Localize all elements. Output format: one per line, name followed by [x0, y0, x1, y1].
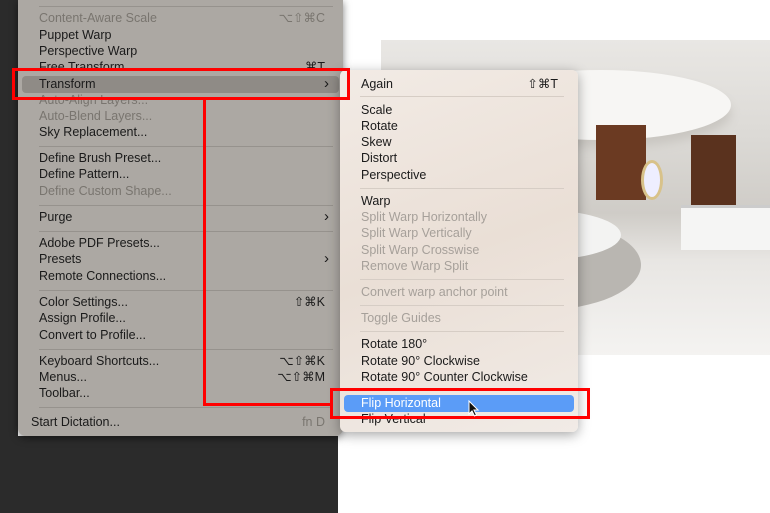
menu-separator [39, 290, 333, 291]
menu-item-rotate[interactable]: Rotate [340, 118, 578, 134]
app-background-bottom [0, 436, 338, 513]
menu-item-label: Split Warp Vertically [361, 226, 472, 240]
menu-item-label: Presets [39, 252, 82, 266]
menu-separator [360, 305, 564, 306]
menu-item-content-aware-scale: Content-Aware Scale ⌥⇧⌘C [18, 10, 343, 26]
menu-item-label: Distort [361, 151, 398, 165]
chevron-right-icon: › [324, 250, 329, 267]
menu-item-label: Assign Profile... [39, 311, 126, 325]
menu-item-define-custom-shape: Define Custom Shape... [18, 183, 343, 199]
menu-separator [39, 231, 333, 232]
menu-item-define-brush-preset[interactable]: Define Brush Preset... [18, 150, 343, 166]
menu-item-label: Menus... [39, 370, 87, 384]
menu-item-label: Rotate 90° Clockwise [361, 354, 480, 368]
menu-separator [39, 146, 333, 147]
menu-separator [39, 6, 333, 7]
menu-item-label: Remove Warp Split [361, 259, 469, 273]
chevron-right-icon: › [324, 208, 329, 225]
menu-item-perspective-warp[interactable]: Perspective Warp [18, 43, 343, 59]
menu-item-label: Purge [39, 210, 73, 224]
menu-item-purge[interactable]: Purge › [18, 209, 343, 225]
menu-item-label: Sky Replacement... [39, 125, 148, 139]
menu-item-assign-profile[interactable]: Assign Profile... [18, 310, 343, 326]
menu-item-label: Define Pattern... [39, 167, 130, 181]
shortcut-label: ⇧⌘T [527, 77, 558, 91]
menu-item-rotate-90-counter-clockwise[interactable]: Rotate 90° Counter Clockwise [340, 369, 578, 385]
menu-separator [39, 205, 333, 206]
menu-item-label: Scale [361, 103, 393, 117]
menu-item-label: Auto-Blend Layers... [39, 109, 153, 123]
menu-item-convert-warp-anchor-point: Convert warp anchor point [340, 284, 578, 300]
menu-item-scale[interactable]: Scale [340, 102, 578, 118]
menu-item-menus[interactable]: Menus... ⌥⇧⌘M [18, 369, 343, 385]
menu-item-label: Skew [361, 135, 392, 149]
mouse-cursor-icon [468, 400, 480, 417]
menu-item-label: Define Custom Shape... [39, 184, 172, 198]
menu-item-remove-warp-split: Remove Warp Split [340, 258, 578, 274]
menu-item-define-pattern[interactable]: Define Pattern... [18, 166, 343, 182]
menu-item-remote-connections[interactable]: Remote Connections... [18, 268, 343, 284]
shortcut-label: ⌥⇧⌘M [277, 370, 325, 384]
menu-item-start-dictation[interactable]: Start Dictation... fn D [18, 414, 343, 430]
menu-item-label: Perspective [361, 168, 427, 182]
menu-item-rotate-90-clockwise[interactable]: Rotate 90° Clockwise [340, 353, 578, 369]
menu-item-distort[interactable]: Distort [340, 150, 578, 166]
menu-item-adobe-pdf-presets[interactable]: Adobe PDF Presets... [18, 235, 343, 251]
shortcut-label: fn D [302, 415, 325, 429]
menu-item-label: Again [361, 77, 393, 91]
menu-item-label: Color Settings... [39, 295, 128, 309]
menu-separator [360, 279, 564, 280]
menu-item-label: Split Warp Crosswise [361, 243, 480, 257]
menu-item-color-settings[interactable]: Color Settings... ⇧⌘K [18, 294, 343, 310]
menu-item-perspective[interactable]: Perspective [340, 167, 578, 183]
menu-separator [39, 407, 333, 408]
menu-item-label: Content-Aware Scale [39, 11, 157, 25]
menu-separator [39, 349, 333, 350]
menu-item-again[interactable]: Again ⇧⌘T [340, 76, 578, 92]
menu-item-split-warp-vertically: Split Warp Vertically [340, 225, 578, 241]
annotation-connector-vertical [203, 99, 206, 406]
menu-item-toggle-guides: Toggle Guides [340, 310, 578, 326]
menu-item-label: Perspective Warp [39, 44, 138, 58]
menu-item-sky-replacement[interactable]: Sky Replacement... [18, 124, 343, 140]
menu-item-label: Rotate 90° Counter Clockwise [361, 370, 528, 384]
menu-item-convert-to-profile[interactable]: Convert to Profile... [18, 327, 343, 343]
menu-item-presets[interactable]: Presets › [18, 251, 343, 267]
menu-item-label: Rotate 180° [361, 337, 428, 351]
annotation-box-flip-horizontal [330, 388, 590, 419]
menu-item-label: Warp [361, 194, 391, 208]
menu-item-label: Define Brush Preset... [39, 151, 162, 165]
menu-item-label: Puppet Warp [39, 28, 112, 42]
menu-item-label: Start Dictation... [31, 415, 120, 429]
menu-separator [360, 188, 564, 189]
shortcut-label: ⇧⌘K [293, 295, 325, 309]
menu-separator [360, 331, 564, 332]
menu-item-label: Toolbar... [39, 386, 90, 400]
annotation-box-transform [12, 68, 350, 100]
menu-item-auto-blend-layers: Auto-Blend Layers... [18, 108, 343, 124]
menu-item-label: Keyboard Shortcuts... [39, 354, 160, 368]
menu-item-skew[interactable]: Skew [340, 134, 578, 150]
transform-submenu: Again ⇧⌘T Scale Rotate Skew Distort Perspectiv… [340, 70, 578, 432]
menu-item-keyboard-shortcuts[interactable]: Keyboard Shortcuts... ⌥⇧⌘K [18, 353, 343, 369]
menu-item-warp[interactable]: Warp [340, 193, 578, 209]
menu-item-label: Adobe PDF Presets... [39, 236, 160, 250]
edit-menu: Content-Aware Scale ⌥⇧⌘C Puppet Warp Perspe… [18, 0, 343, 436]
menu-item-label: Convert to Profile... [39, 328, 146, 342]
menu-separator [360, 96, 564, 97]
shortcut-label: ⌥⇧⌘K [279, 354, 325, 368]
menu-item-rotate-180[interactable]: Rotate 180° [340, 336, 578, 352]
menu-item-label: Convert warp anchor point [361, 285, 508, 299]
menu-item-split-warp-horizontally: Split Warp Horizontally [340, 209, 578, 225]
shortcut-label: ⌥⇧⌘C [278, 11, 325, 25]
menu-item-label: Toggle Guides [361, 311, 441, 325]
menu-item-label: Split Warp Horizontally [361, 210, 487, 224]
menu-item-label: Rotate [361, 119, 398, 133]
menu-item-puppet-warp[interactable]: Puppet Warp [18, 27, 343, 43]
menu-item-label: Remote Connections... [39, 269, 167, 283]
menu-item-toolbar[interactable]: Toolbar... [18, 385, 343, 401]
annotation-connector-horizontal [203, 403, 331, 406]
menu-item-split-warp-crosswise: Split Warp Crosswise [340, 242, 578, 258]
